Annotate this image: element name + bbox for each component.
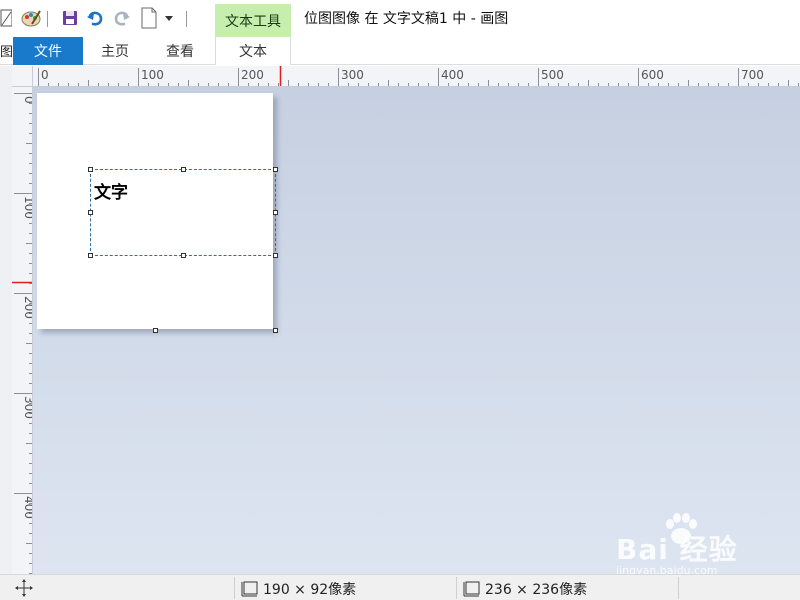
- ruler-label: 100: [22, 196, 33, 219]
- status-separator: [678, 577, 679, 599]
- status-bar: 190 × 92像素 236 × 236像素: [0, 574, 800, 600]
- paint-app-icon[interactable]: [20, 8, 42, 28]
- selection-size-indicator: 190 × 92像素: [241, 579, 356, 599]
- left-edge-glyph: 图: [0, 45, 14, 60]
- ruler-label: 200: [241, 68, 264, 82]
- save-icon[interactable]: [60, 9, 80, 27]
- undo-icon[interactable]: [84, 8, 106, 28]
- text-box-handle-bottom-left[interactable]: [88, 253, 93, 258]
- text-box-handle-top-left[interactable]: [88, 167, 93, 172]
- selection-size-text: 190 × 92像素: [263, 582, 357, 598]
- image-size-icon: [463, 581, 480, 597]
- status-separator: [456, 577, 457, 599]
- window-title: 位图图像 在 文字文稿1 中 - 画图: [304, 11, 509, 27]
- ribbon-tab-row: 图 文件 主页 查看 文本: [0, 37, 800, 65]
- text-box-handle-bottom-right[interactable]: [273, 253, 278, 258]
- text-box-handle-top-right[interactable]: [273, 167, 278, 172]
- status-separator: [234, 577, 235, 599]
- ruler-label: 300: [341, 68, 364, 82]
- customize-dropdown-icon[interactable]: [163, 12, 175, 24]
- left-edge-strip: [0, 66, 12, 574]
- toolbar-separator: [47, 11, 48, 27]
- ruler-label: 700: [741, 68, 764, 82]
- tab-text[interactable]: 文本: [215, 37, 291, 65]
- text-box-handle-right[interactable]: [273, 210, 278, 215]
- ruler-corner: [12, 66, 33, 87]
- vertical-ruler-ticks: 0 100 200 300 400: [12, 93, 33, 574]
- contextual-tab-group-text-tools: 文本工具: [215, 4, 291, 37]
- ruler-label: 0: [22, 96, 33, 104]
- text-box-handle-left[interactable]: [88, 210, 93, 215]
- ruler-label: 500: [541, 68, 564, 82]
- text-box-handle-top[interactable]: [181, 167, 186, 172]
- ruler-label: 200: [22, 296, 33, 319]
- tab-file[interactable]: 文件: [13, 37, 83, 65]
- ruler-label: 100: [141, 68, 164, 82]
- horizontal-ruler-ticks: 0 100 200 300 400 500 600 700: [38, 66, 799, 86]
- tab-home[interactable]: 主页: [88, 37, 142, 65]
- selection-size-icon: [241, 581, 258, 597]
- move-cursor-icon: [14, 579, 38, 597]
- vertical-ruler: 0 100 200 300 400: [12, 87, 33, 574]
- horizontal-ruler: 0 100 200 300 400 500 600 700: [33, 66, 800, 87]
- new-document-icon[interactable]: [139, 7, 159, 29]
- app-edge-icon: [0, 6, 12, 30]
- toolbar-separator: [186, 11, 187, 27]
- redo-icon[interactable]: [111, 8, 133, 28]
- title-bar: 文本工具 位图图像 在 文字文稿1 中 - 画图: [0, 0, 800, 37]
- ruler-label: 400: [441, 68, 464, 82]
- image-size-indicator: 236 × 236像素: [463, 579, 587, 599]
- tab-view[interactable]: 查看: [153, 37, 207, 65]
- canvas-resize-handle-corner[interactable]: [273, 328, 278, 333]
- canvas-text[interactable]: 文字: [94, 178, 128, 203]
- text-box-handle-bottom[interactable]: [181, 253, 186, 258]
- ruler-label: 0: [41, 68, 49, 82]
- canvas-resize-handle-bottom[interactable]: [153, 328, 158, 333]
- ruler-label: 300: [22, 396, 33, 419]
- image-size-text: 236 × 236像素: [485, 582, 588, 598]
- ruler-label: 600: [641, 68, 664, 82]
- ruler-label: 400: [22, 496, 33, 519]
